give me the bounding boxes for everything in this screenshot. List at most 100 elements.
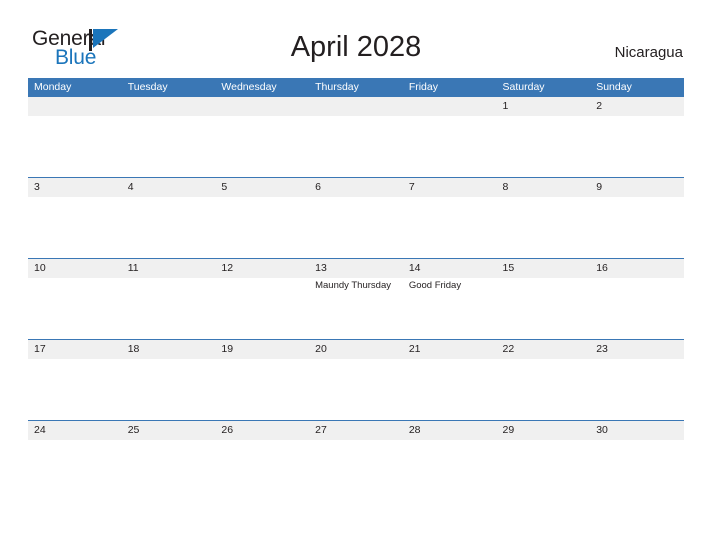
day-event-cell[interactable] bbox=[215, 359, 309, 420]
day-cell[interactable]: 30 bbox=[590, 421, 684, 440]
day-event-cell[interactable] bbox=[403, 116, 497, 177]
week-day-number-band: 1 2 bbox=[28, 96, 684, 116]
day-event-cell[interactable] bbox=[28, 278, 122, 339]
day-number: 20 bbox=[315, 343, 327, 355]
page-title: April 2028 bbox=[290, 31, 422, 63]
day-event-cell[interactable] bbox=[122, 440, 216, 501]
day-cell[interactable]: 28 bbox=[403, 421, 497, 440]
day-cell[interactable]: 29 bbox=[497, 421, 591, 440]
day-number: 1 bbox=[502, 100, 509, 112]
day-number: 26 bbox=[221, 424, 234, 436]
day-cell[interactable] bbox=[122, 97, 216, 116]
day-cell[interactable]: 4 bbox=[122, 178, 216, 197]
day-cell[interactable]: 22 bbox=[497, 340, 591, 359]
day-cell[interactable]: 18 bbox=[122, 340, 216, 359]
day-event-cell[interactable] bbox=[497, 278, 591, 339]
day-cell[interactable] bbox=[309, 97, 403, 116]
day-event-cell[interactable] bbox=[215, 440, 309, 501]
day-event-cell[interactable] bbox=[122, 278, 216, 339]
week-day-number-band: 24 25 26 27 28 29 30 bbox=[28, 420, 684, 440]
weekday-header-wednesday: Wednesday bbox=[221, 81, 277, 93]
page-header: General Blue April 2028 Nicaragua bbox=[0, 0, 712, 78]
day-event-cell[interactable]: Maundy Thursday bbox=[309, 278, 403, 339]
day-cell[interactable]: 8 bbox=[497, 178, 591, 197]
day-cell[interactable]: 13 bbox=[309, 259, 403, 278]
day-cell[interactable]: 26 bbox=[215, 421, 309, 440]
week-event-body bbox=[28, 197, 684, 258]
day-event-cell[interactable] bbox=[28, 116, 122, 177]
day-event-cell[interactable] bbox=[590, 197, 684, 258]
day-event-cell[interactable] bbox=[590, 359, 684, 420]
day-event-cell[interactable] bbox=[122, 359, 216, 420]
day-event-cell[interactable] bbox=[309, 197, 403, 258]
day-number: 17 bbox=[34, 343, 46, 355]
day-number: 14 bbox=[408, 262, 421, 274]
day-cell[interactable]: 25 bbox=[122, 421, 216, 440]
weekday-header-monday: Monday bbox=[34, 81, 72, 93]
day-cell[interactable]: 16 bbox=[590, 259, 684, 278]
day-event-cell[interactable] bbox=[403, 359, 497, 420]
day-cell[interactable] bbox=[28, 97, 122, 116]
day-cell[interactable]: 19 bbox=[215, 340, 309, 359]
day-event-cell[interactable] bbox=[28, 359, 122, 420]
day-cell[interactable]: 23 bbox=[590, 340, 684, 359]
day-cell[interactable]: 6 bbox=[309, 178, 403, 197]
day-event-cell[interactable] bbox=[215, 116, 309, 177]
day-number: 25 bbox=[127, 424, 140, 436]
day-cell[interactable]: 5 bbox=[215, 178, 309, 197]
day-cell[interactable]: 2 bbox=[590, 97, 684, 116]
day-event-cell[interactable] bbox=[403, 197, 497, 258]
day-event-cell[interactable]: Good Friday bbox=[403, 278, 497, 339]
day-number: 9 bbox=[596, 181, 603, 193]
day-cell[interactable]: 9 bbox=[590, 178, 684, 197]
day-event-cell[interactable] bbox=[122, 116, 216, 177]
day-number: 4 bbox=[127, 181, 134, 193]
day-event-cell[interactable] bbox=[28, 197, 122, 258]
day-number: 15 bbox=[502, 262, 515, 274]
day-event-cell[interactable] bbox=[403, 440, 497, 501]
day-event-cell[interactable] bbox=[309, 440, 403, 501]
day-cell[interactable]: 1 bbox=[497, 97, 591, 116]
day-cell[interactable]: 12 bbox=[215, 259, 309, 278]
day-cell[interactable]: 20 bbox=[309, 340, 403, 359]
day-event-cell[interactable] bbox=[215, 278, 309, 339]
day-number: 5 bbox=[221, 181, 228, 193]
day-cell[interactable]: 14 bbox=[403, 259, 497, 278]
day-event-cell[interactable] bbox=[497, 440, 591, 501]
day-cell[interactable]: 24 bbox=[28, 421, 122, 440]
calendar-page: General Blue April 2028 Nicaragua Monday… bbox=[0, 0, 712, 550]
day-number: 7 bbox=[408, 181, 415, 193]
day-number: 28 bbox=[408, 424, 421, 436]
day-cell[interactable]: 15 bbox=[497, 259, 591, 278]
day-number: 11 bbox=[127, 262, 139, 274]
week-row: 17 18 19 20 21 22 23 bbox=[28, 339, 684, 420]
day-event-cell[interactable] bbox=[497, 359, 591, 420]
day-event-cell[interactable] bbox=[497, 116, 591, 177]
day-cell[interactable]: 21 bbox=[403, 340, 497, 359]
day-event-cell[interactable] bbox=[309, 116, 403, 177]
weekday-header-sunday: Sunday bbox=[596, 81, 632, 93]
week-event-body bbox=[28, 359, 684, 420]
day-cell[interactable]: 11 bbox=[122, 259, 216, 278]
day-event-cell[interactable] bbox=[309, 359, 403, 420]
day-event-cell[interactable] bbox=[28, 440, 122, 501]
day-cell[interactable] bbox=[403, 97, 497, 116]
day-event-cell[interactable] bbox=[590, 116, 684, 177]
day-event-cell[interactable] bbox=[590, 278, 684, 339]
day-cell[interactable]: 10 bbox=[28, 259, 122, 278]
day-event-cell[interactable] bbox=[215, 197, 309, 258]
day-cell[interactable]: 17 bbox=[28, 340, 122, 359]
day-number: 22 bbox=[502, 343, 515, 355]
day-number: 6 bbox=[315, 181, 321, 193]
day-event-cell[interactable] bbox=[590, 440, 684, 501]
day-event-cell[interactable] bbox=[497, 197, 591, 258]
day-cell[interactable]: 7 bbox=[403, 178, 497, 197]
day-cell[interactable] bbox=[215, 97, 309, 116]
day-number: 24 bbox=[34, 424, 46, 436]
weekday-header-tuesday: Tuesday bbox=[127, 81, 168, 93]
day-cell[interactable]: 27 bbox=[309, 421, 403, 440]
week-row: 3 4 5 6 7 8 9 bbox=[28, 177, 684, 258]
day-cell[interactable]: 3 bbox=[28, 178, 122, 197]
day-event-cell[interactable] bbox=[122, 197, 216, 258]
day-number: 19 bbox=[221, 343, 234, 355]
